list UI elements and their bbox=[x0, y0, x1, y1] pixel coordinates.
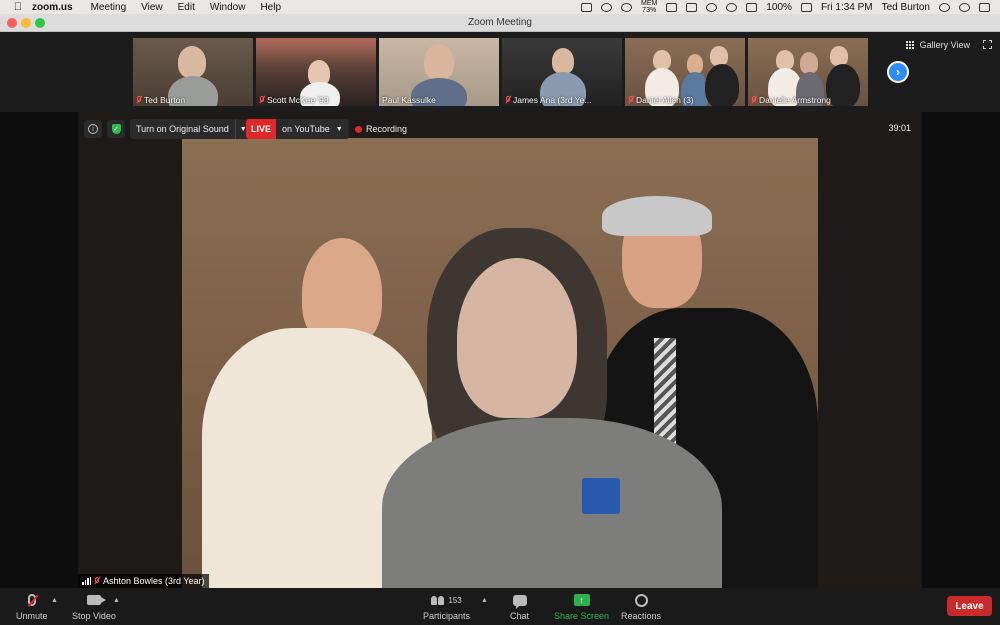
participant-strip: Ted Burton Scott McKee '98 Paul Kassulke… bbox=[0, 32, 1000, 112]
chevron-right-icon: › bbox=[896, 65, 900, 79]
notification-center-icon[interactable] bbox=[979, 2, 990, 12]
audio-options-chevron-icon[interactable]: ▲ bbox=[51, 597, 58, 604]
original-sound-button[interactable]: Turn on Original Sound ▼ bbox=[130, 119, 251, 139]
a-icon[interactable] bbox=[666, 2, 678, 12]
live-badge: LIVE bbox=[246, 119, 277, 139]
battery-percentage[interactable]: 100% bbox=[766, 2, 792, 13]
unmute-label: Unmute bbox=[16, 611, 48, 621]
stop-video-label: Stop Video bbox=[72, 611, 116, 621]
participant-name: Paul Kassulke bbox=[382, 95, 436, 105]
bluetooth-icon[interactable] bbox=[726, 2, 738, 12]
next-page-button[interactable]: › bbox=[887, 61, 909, 83]
menu-app-name[interactable]: zoom.us bbox=[32, 2, 73, 13]
speaker-scene bbox=[182, 138, 818, 588]
share-screen-icon: ↑ bbox=[573, 594, 590, 606]
fullscreen-icon[interactable] bbox=[983, 40, 992, 49]
spotlight-search-icon[interactable] bbox=[939, 2, 950, 12]
participant-name: Danielle Armstrong bbox=[751, 95, 831, 105]
chat-label: Chat bbox=[510, 611, 530, 621]
chat-icon bbox=[512, 594, 527, 609]
zoom-status-icon[interactable] bbox=[581, 2, 593, 12]
window-title-bar: Zoom Meeting bbox=[0, 14, 1000, 32]
grid-icon bbox=[905, 40, 915, 50]
wifi-icon[interactable] bbox=[746, 2, 758, 12]
shield-icon: ✓ bbox=[111, 124, 121, 134]
participants-options-chevron-icon[interactable]: ▲ bbox=[481, 597, 488, 604]
participant-count: 153 bbox=[448, 595, 462, 605]
participants-icon bbox=[431, 595, 445, 605]
window-title: Zoom Meeting bbox=[468, 17, 532, 28]
meeting-info-button[interactable]: i bbox=[84, 120, 102, 138]
participants-label: Participants bbox=[423, 611, 471, 621]
chevron-down-icon: ▼ bbox=[335, 125, 343, 133]
smiley-face-icon bbox=[634, 593, 648, 607]
siri-icon[interactable] bbox=[959, 2, 970, 12]
participant-tile[interactable]: Paul Kassulke bbox=[379, 38, 499, 106]
main-video-area: i ✓ Turn on Original Sound ▼ LIVE on You… bbox=[0, 112, 1000, 588]
user-name[interactable]: Ted Burton bbox=[882, 2, 930, 13]
active-speaker-name: Ashton Bowles (3rd Year) bbox=[103, 576, 205, 586]
participant-name: Scott McKee '98 bbox=[259, 95, 329, 105]
muted-mic-icon bbox=[628, 96, 634, 104]
recording-label: Recording bbox=[366, 124, 408, 134]
creative-cloud-icon[interactable] bbox=[621, 2, 633, 12]
reactions-label: Reactions bbox=[621, 611, 662, 621]
live-target-label: on YouTube bbox=[282, 124, 330, 134]
muted-mic-icon bbox=[505, 96, 511, 104]
live-stream-button[interactable]: LIVE on YouTube ▼ bbox=[246, 119, 349, 139]
gallery-view-button[interactable]: Gallery View bbox=[905, 40, 970, 50]
menu-meeting[interactable]: Meeting bbox=[91, 2, 127, 13]
participant-name: James Ana (3rd Ye... bbox=[505, 95, 591, 105]
menu-window[interactable]: Window bbox=[210, 2, 246, 13]
info-icon: i bbox=[88, 124, 98, 134]
participant-name: Daniel Allen (3) bbox=[628, 95, 694, 105]
participant-tile[interactable]: Scott McKee '98 bbox=[256, 38, 376, 106]
record-dot-icon bbox=[355, 125, 362, 133]
apple-icon[interactable]:  bbox=[12, 1, 24, 13]
meeting-timer: 39:01 bbox=[888, 123, 911, 133]
memory-status[interactable]: MEM 73% bbox=[641, 0, 657, 14]
recording-indicator[interactable]: Recording bbox=[355, 124, 407, 134]
signal-bars-icon bbox=[82, 577, 91, 585]
muted-mic-icon bbox=[136, 96, 142, 104]
meeting-toolbar: Unmute ▲ Stop Video ▲ 153 Participants ▲… bbox=[0, 588, 1000, 625]
participant-tile[interactable]: James Ana (3rd Ye... bbox=[502, 38, 622, 106]
leave-meeting-button[interactable]: Leave bbox=[947, 596, 992, 616]
video-camera-icon bbox=[86, 595, 106, 605]
video-options-chevron-icon[interactable]: ▲ bbox=[113, 597, 120, 604]
gallery-view-label: Gallery View bbox=[919, 40, 970, 50]
memory-label: MEM bbox=[641, 0, 658, 7]
share-screen-label: Share Screen bbox=[554, 611, 610, 621]
memory-value: 73% bbox=[642, 7, 657, 14]
menu-help[interactable]: Help bbox=[260, 2, 281, 13]
active-speaker-video bbox=[78, 112, 922, 588]
battery-icon[interactable] bbox=[800, 2, 812, 12]
security-button[interactable]: ✓ bbox=[107, 120, 125, 138]
live-target: on YouTube ▼ bbox=[276, 119, 349, 139]
muted-microphone-icon bbox=[27, 594, 36, 606]
menu-view[interactable]: View bbox=[141, 2, 163, 13]
participant-tile[interactable]: Ted Burton bbox=[133, 38, 253, 106]
original-sound-label: Turn on Original Sound bbox=[136, 124, 229, 134]
participant-tile[interactable]: Daniel Allen (3) bbox=[625, 38, 745, 106]
share-screen-button[interactable]: ↑ Share Screen bbox=[554, 592, 609, 621]
muted-mic-icon bbox=[94, 577, 100, 585]
sync-icon[interactable] bbox=[601, 2, 613, 12]
stop-video-button[interactable]: Stop Video bbox=[72, 592, 116, 621]
time-machine-icon[interactable] bbox=[706, 2, 718, 12]
participant-tile[interactable]: Danielle Armstrong bbox=[748, 38, 868, 106]
dropbox-icon[interactable] bbox=[686, 2, 698, 12]
unmute-button[interactable]: Unmute bbox=[16, 592, 48, 621]
clock[interactable]: Fri 1:34 PM bbox=[821, 2, 873, 13]
menu-bar:  zoom.us Meeting View Edit Window Help … bbox=[0, 0, 1000, 14]
chat-button[interactable]: Chat bbox=[510, 592, 529, 621]
menu-edit[interactable]: Edit bbox=[178, 2, 195, 13]
participant-name: Ted Burton bbox=[136, 95, 185, 105]
muted-mic-icon bbox=[751, 96, 757, 104]
reactions-button[interactable]: Reactions bbox=[621, 592, 661, 621]
muted-mic-icon bbox=[259, 96, 265, 104]
active-speaker-label: Ashton Bowles (3rd Year) bbox=[78, 574, 209, 588]
participants-button[interactable]: 153 Participants bbox=[423, 592, 470, 621]
